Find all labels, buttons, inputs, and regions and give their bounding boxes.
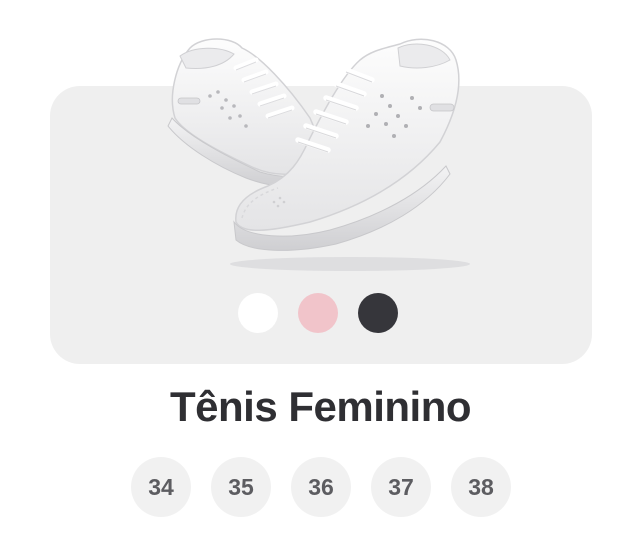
- size-option[interactable]: 36: [291, 457, 351, 517]
- color-swatch-white[interactable]: [238, 293, 278, 333]
- size-option[interactable]: 37: [371, 457, 431, 517]
- color-swatches: [238, 293, 398, 333]
- size-option[interactable]: 34: [131, 457, 191, 517]
- sneakers-product-image: [167, 38, 470, 271]
- color-swatch-dark-gray[interactable]: [358, 293, 398, 333]
- size-option[interactable]: 38: [451, 457, 511, 517]
- size-option[interactable]: 35: [211, 457, 271, 517]
- product-title: Tênis Feminino: [169, 383, 472, 430]
- size-selector: 34 35 36 37 38: [131, 457, 511, 517]
- color-swatch-pink[interactable]: [298, 293, 338, 333]
- product-card-page: Tênis Feminino 34 35 36 37 38: [0, 0, 641, 560]
